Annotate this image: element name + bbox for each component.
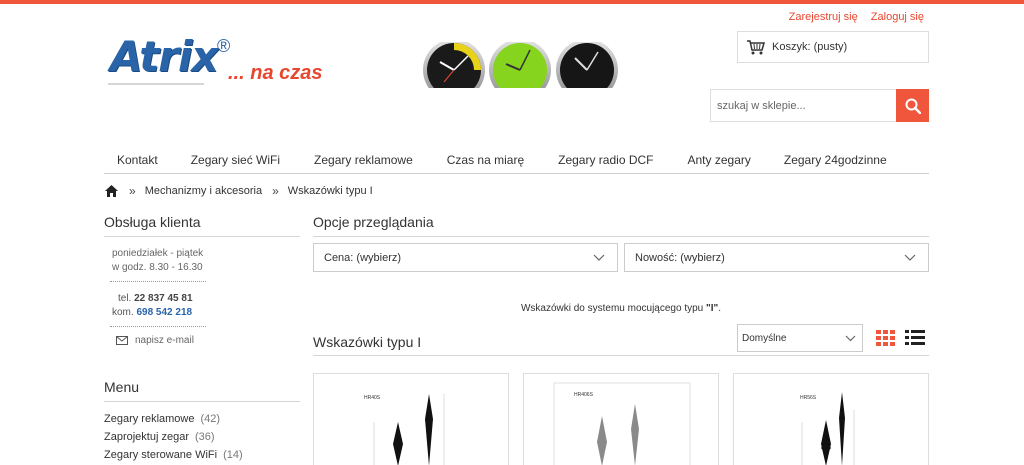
category-title: Wskazówki typu I [313,334,422,350]
sidebar-menu: Menu Zegary reklamowe (42) Zaprojektuj ze… [104,379,300,464]
breadcrumb-item-current: Wskazówki typu I [287,185,373,197]
new-filter-select[interactable]: Nowość: (wybierz) [624,243,929,272]
clock-hands-image [373,394,445,465]
sort-select[interactable]: Domyślne [737,324,863,352]
nav-item-czas-na-miare[interactable]: Czas na miarę [447,147,524,173]
search-box [710,89,929,122]
clock-hands-image [801,392,855,465]
chevron-down-icon [845,335,856,341]
nav-item-reklamowe[interactable]: Zegary reklamowe [314,147,413,173]
nav-item-anty-zegary[interactable]: Anty zegary [688,147,751,173]
clocks-banner-image [423,42,618,88]
site-logo[interactable]: Atrix ® ... na czas [104,30,334,90]
tel-number[interactable]: 22 837 45 81 [134,293,192,304]
cart-button[interactable]: Koszyk: (pusty) [737,31,929,63]
email-link[interactable]: napisz e-mail [104,327,300,346]
breadcrumb-item-mechanizmy[interactable]: Mechanizmy i akcesoria [145,185,262,197]
logo-tagline: ... na czas [228,62,323,84]
logo-divider [108,83,204,85]
nav-item-24godzinne[interactable]: Zegary 24godzinne [784,147,887,173]
hours-days: poniedziałek - piątek [112,248,204,259]
price-filter-select[interactable]: Cena: (wybierz) [313,243,618,272]
new-filter-value: Nowość: (wybierz) [635,251,725,264]
product-card[interactable]: HR56S [733,373,929,465]
support-hours: poniedziałek - piątek w godz. 8.30 - 16.… [104,237,300,275]
email-label: napisz e-mail [135,335,194,346]
breadcrumb: » Mechanizmy i akcesoria » Wskazówki typ… [104,184,373,198]
menu-item-label: Zaprojektuj zegar [104,431,189,443]
logo-registered-mark: ® [217,36,231,56]
clock-hands-image [553,382,691,465]
menu-item-label: Zegary reklamowe [104,413,195,425]
search-icon [905,98,921,114]
menu-item-reklamowe[interactable]: Zegary reklamowe (42) [104,410,300,428]
cart-label: Koszyk: (pusty) [772,41,848,53]
home-icon[interactable] [104,184,119,198]
product-card[interactable]: HR406S [523,373,719,465]
auth-links: Zarejestruj się Zaloguj się [779,11,924,23]
menu-item-wifi[interactable]: Zegary sterowane WiFi (14) [104,446,300,464]
options-title: Opcje przeglądania [313,214,929,237]
tel-label: tel. [118,293,132,304]
nav-item-kontakt[interactable]: Kontakt [117,147,158,173]
category-description: Wskazówki do systemu mocującego typu "I"… [520,303,722,314]
support-title: Obsługa klienta [104,214,300,237]
hours-time: w godz. 8.30 - 16.30 [112,262,203,273]
search-input[interactable] [711,90,896,121]
sort-value: Domyślne [742,332,787,344]
menu-item-label: Zegary sterowane WiFi [104,449,218,461]
mob-label: kom. [112,307,134,318]
product-grid: HR40S HR406S HR56S [313,373,929,465]
chevron-down-icon [593,254,605,261]
menu-title: Menu [104,379,300,402]
breadcrumb-separator: » [272,184,279,198]
envelope-icon [116,336,128,345]
list-view-icon[interactable] [905,330,925,346]
menu-item-count: (14) [223,449,243,461]
mobile-number[interactable]: 698 542 218 [136,307,192,318]
product-list-header: Wskazówki typu I Domyślne [313,324,929,356]
support-phones: tel. 22 837 45 81 kom. 698 542 218 [104,282,300,320]
register-link[interactable]: Zarejestruj się [789,11,858,23]
sidebar-support: Obsługa klienta poniedziałek - piątek w … [104,214,300,346]
menu-item-zaprojektuj[interactable]: Zaprojektuj zegar (36) [104,428,300,446]
nav-item-wifi[interactable]: Zegary sieć WiFi [191,147,280,173]
logo-brand: Atrix [110,32,218,81]
nav-item-radio-dcf[interactable]: Zegary radio DCF [558,147,653,173]
chevron-down-icon [904,254,916,261]
main-nav: Kontakt Zegary sieć WiFi Zegary reklamow… [104,147,929,174]
menu-item-count: (42) [200,413,221,425]
breadcrumb-separator: » [129,184,136,198]
menu-item-count: (36) [195,431,215,443]
product-card[interactable]: HR40S [313,373,509,465]
login-link[interactable]: Zaloguj się [871,11,924,23]
grid-view-icon[interactable] [876,330,896,346]
main-content: Opcje przeglądania Cena: (wybierz) Nowoś… [313,214,929,356]
top-accent-bar [0,0,1024,4]
search-button[interactable] [896,89,929,122]
product-model-label: HR406S [574,392,593,398]
basket-icon [747,40,765,55]
price-filter-value: Cena: (wybierz) [324,251,402,264]
